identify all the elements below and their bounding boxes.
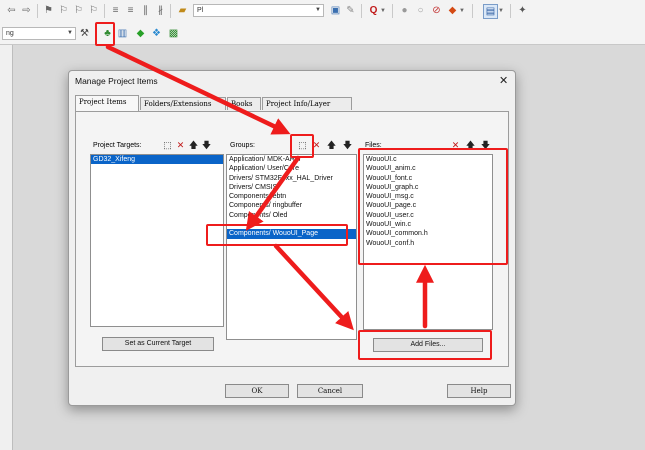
chevron-down-icon[interactable]: ▼ [497, 4, 505, 17]
tab-books[interactable]: Books [227, 97, 261, 110]
unindent-icon[interactable]: ≡ [124, 4, 137, 17]
software-packs-icon[interactable]: ❖ [150, 27, 163, 40]
target-options-icon[interactable]: ⚒ [78, 27, 91, 40]
group-list-item[interactable]: Drivers/ CMSIS [227, 183, 356, 192]
back-arrow-icon[interactable]: ⇦ [5, 4, 18, 17]
toolbar-separator [37, 4, 38, 18]
disable-breakpoints-icon[interactable]: ⊘ [430, 4, 443, 17]
target-combo[interactable]: Pl ▼ [193, 4, 324, 17]
highlight-selected-group [206, 224, 348, 246]
left-combo[interactable]: ng ▼ [2, 27, 76, 40]
toolbar-separator [392, 4, 393, 18]
uncomment-icon[interactable]: ∦ [154, 4, 167, 17]
clear-bookmarks-icon[interactable]: ⚐ [87, 4, 100, 17]
help-button[interactable]: Help [447, 384, 511, 398]
target-list-item[interactable]: GD32_Xifeng [91, 155, 223, 165]
toolbar-separator [361, 4, 362, 18]
move-down-icon[interactable]: 🡇 [342, 140, 353, 151]
toolbar-separator [104, 4, 105, 18]
highlight-new-group-button [290, 134, 314, 158]
incremental-find-icon[interactable]: ✎ [344, 4, 357, 17]
target-combo-value: Pl [197, 7, 204, 14]
group-list-item[interactable]: Components/ ringbuffer [227, 201, 356, 210]
toolbar-separator [170, 4, 171, 18]
folder-icon[interactable]: ▰ [176, 4, 189, 17]
rte-icon[interactable]: ▩ [167, 27, 180, 40]
dialog-title: Manage Project Items [75, 76, 158, 86]
highlight-files-list [358, 148, 508, 265]
toolbar-separator [472, 4, 473, 18]
group-list-item[interactable]: Components/ Oled [227, 211, 356, 220]
main-toolbar: ⇦ ⇨ ⚑ ⚐ ⚐ ⚐ ≡ ≡ ∥ ∦ ▰ Pl ▼ ▣ ✎ Q ▼ ● ○ ⊘… [0, 0, 645, 23]
bookmark-icon[interactable]: ⚑ [42, 4, 55, 17]
breakpoint-icon[interactable]: ● [398, 4, 411, 17]
project-panel-edge [0, 45, 13, 450]
group-list-item[interactable]: Application/ User/Core [227, 164, 356, 173]
chevron-down-icon[interactable]: ▼ [379, 4, 387, 17]
indent-icon[interactable]: ≡ [109, 4, 122, 17]
tab-folders-extensions[interactable]: Folders/Extensions [140, 97, 226, 110]
configuration-wrench-icon[interactable]: ✦ [516, 4, 529, 17]
project-targets-label: Project Targets: [93, 142, 142, 149]
next-bookmark-icon[interactable]: ⚐ [72, 4, 85, 17]
tab-project-items[interactable]: Project Items [75, 95, 139, 111]
comment-icon[interactable]: ∥ [139, 4, 152, 17]
move-up-icon[interactable]: 🡅 [326, 140, 337, 151]
enable-breakpoint-icon[interactable]: ○ [414, 4, 427, 17]
ok-button[interactable]: OK [225, 384, 289, 398]
chevron-down-icon[interactable]: ▼ [458, 4, 466, 17]
groups-label: Groups: [230, 142, 255, 149]
prev-bookmark-icon[interactable]: ⚐ [57, 4, 70, 17]
chevron-down-icon: ▼ [315, 7, 321, 13]
forward-arrow-icon[interactable]: ⇨ [20, 4, 33, 17]
move-down-icon[interactable]: 🡇 [201, 140, 212, 151]
highlight-manage-items-toolbar-button [95, 22, 115, 46]
targets-items: GD32_Xifeng [91, 155, 223, 165]
window-layout-icon[interactable]: ▤ [483, 4, 498, 19]
targets-list[interactable]: GD32_Xifeng [90, 154, 224, 327]
highlight-add-files-button [358, 330, 492, 360]
delete-icon[interactable]: ✕ [175, 140, 186, 151]
group-list-item[interactable]: Components/ ebtn [227, 192, 356, 201]
group-list-item[interactable]: Drivers/ STM32F4xx_HAL_Driver [227, 174, 356, 183]
toolbar-separator [510, 4, 511, 18]
tab-project-info-layer[interactable]: Project Info/Layer [262, 97, 352, 110]
close-icon[interactable]: ✕ [499, 74, 508, 87]
find-in-files-icon[interactable]: ▣ [329, 4, 342, 17]
move-up-icon[interactable]: 🡅 [188, 140, 199, 151]
set-as-current-target-button[interactable]: Set as Current Target [102, 337, 214, 351]
cancel-button[interactable]: Cancel [297, 384, 363, 398]
new-item-icon[interactable]: ⬚ [162, 140, 173, 151]
pack-installer-icon[interactable]: ◆ [134, 27, 147, 40]
left-combo-value: ng [6, 30, 14, 37]
groups-list[interactable]: Application/ MDK-ARM Application/ User/Co… [226, 154, 357, 340]
chevron-down-icon: ▼ [67, 30, 73, 36]
select-pack-icon[interactable]: ▥ [116, 27, 129, 40]
